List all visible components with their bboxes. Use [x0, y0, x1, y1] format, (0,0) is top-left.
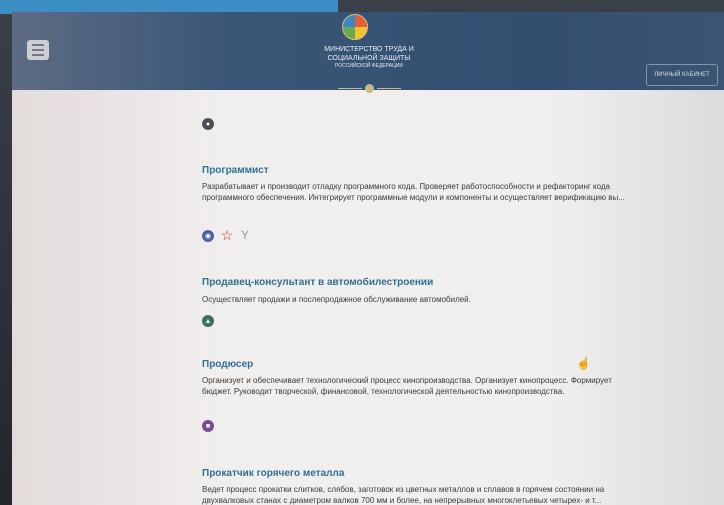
profession-title[interactable]: Продюсер: [202, 359, 253, 370]
menu-button[interactable]: [27, 40, 49, 60]
profession-description: Разрабатывает и производит отладку прогр…: [202, 182, 625, 202]
hamburger-menu-icon: [32, 44, 44, 46]
site-header: МИНИСТЕРСТВО ТРУДА И СОЦИАЛЬНОЙ ЗАЩИТЫ Р…: [12, 12, 724, 93]
profession-title[interactable]: Прокатчик горячего металла: [202, 468, 344, 479]
ministry-logo-icon[interactable]: [342, 14, 368, 40]
hand-cursor-icon: ☝: [576, 356, 591, 370]
divider-line: [337, 87, 362, 89]
profession-description: Организует и обеспечивает технологически…: [202, 376, 612, 396]
ministry-name: МИНИСТЕРСТВО ТРУДА И СОЦИАЛЬНОЙ ЗАЩИТЫ Р…: [312, 45, 426, 70]
divider-line: [376, 87, 401, 89]
ministry-line-1: МИНИСТЕРСТВО ТРУДА И: [324, 46, 414, 53]
profession-description: Ведет процесс прокатки слитков, слябов, …: [202, 485, 605, 505]
profession-description: Осуществляет продажи и послепродажное об…: [202, 295, 471, 304]
profession-list: ● Программист Разрабатывает и производит…: [12, 90, 724, 505]
personal-cabinet-button[interactable]: ЛИЧНЫЙ КАБИНЕТ: [646, 64, 718, 86]
ministry-line-3: РОССИЙСКОЙ ФЕДЕРАЦИИ: [335, 63, 403, 69]
star-icon: ☆: [220, 226, 234, 243]
globe-icon: ◉: [202, 230, 214, 242]
car-icon: ▲: [202, 315, 214, 327]
cocktail-glass-icon: Y: [240, 227, 249, 242]
ministry-line-2: СОЦИАЛЬНОЙ ЗАЩИТЫ: [327, 55, 411, 62]
profession-title[interactable]: Программист: [202, 165, 269, 176]
hamburger-menu-icon-bar: [32, 54, 44, 56]
hamburger-menu-icon-bar: [32, 49, 44, 51]
screen: МИНИСТЕРСТВО ТРУДА И СОЦИАЛЬНОЙ ЗАЩИТЫ Р…: [12, 12, 724, 505]
profession-title[interactable]: Продавец-консультант в автомобилестроени…: [202, 277, 433, 288]
bank-icon: ■: [202, 420, 214, 432]
lock-icon: ●: [202, 118, 214, 130]
